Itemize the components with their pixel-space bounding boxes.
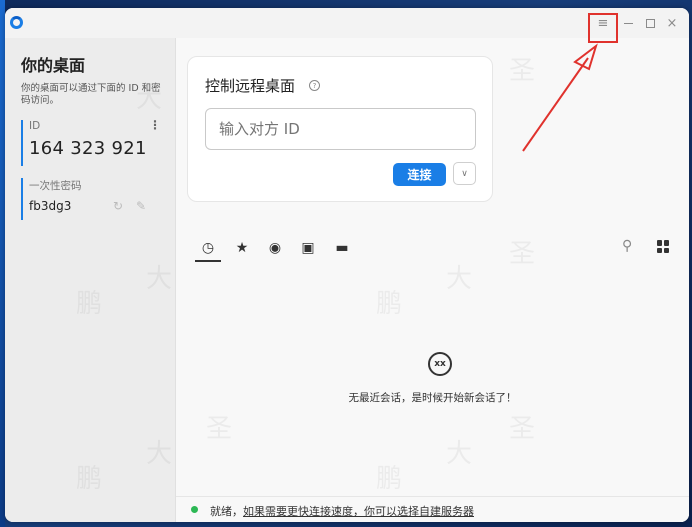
password-value: fb3dg3 [29,199,72,213]
id-value: 164 323 921 [29,138,147,159]
title-bar: ≡ × [5,8,689,38]
search-icon[interactable]: ⚲ [622,238,632,254]
watermark-char: 圣 [509,414,536,444]
remote-id-input[interactable] [205,108,476,150]
tab-group[interactable]: ▬ [331,238,353,258]
app-logo-icon [10,16,23,29]
close-icon: × [666,15,678,31]
address-book-icon: ▣ [301,240,315,256]
password-accent-bar [21,178,23,220]
star-icon: ★ [235,240,249,256]
watermark-char: 大 [146,264,173,294]
password-label: 一次性密码 [29,180,82,192]
watermark-char: 大 [446,439,473,469]
group-icon: ▬ [335,240,349,256]
status-bar: 就绪，如果需要更快连接速度，你可以选择自建服务器 [176,496,689,522]
clock-icon: ◷ [201,240,215,256]
watermark-char: 大 [146,439,173,469]
watermark-char: 鹏 [376,289,403,319]
empty-sad-face-icon: xx [428,352,452,376]
status-text: 就绪，如果需要更快连接速度，你可以选择自建服务器 [210,503,474,519]
watermark-char: 圣 [509,239,536,269]
tab-active-indicator [195,260,221,262]
connect-button[interactable]: 连接 [393,163,446,186]
watermark-char: 圣 [206,414,233,444]
watermark-char: 鹏 [76,289,103,319]
status-ready-text: 就绪， [210,505,243,518]
annotation-highlight-box [588,13,618,43]
maximize-button[interactable] [641,13,659,33]
id-more-icon[interactable]: ⋮ [149,118,161,132]
watermark-char: 大 [446,264,473,294]
rustdesk-window: ≡ × 你的桌面 你的桌面可以通过下面的 ID 和密码访问。 ID ⋮ 164 … [5,8,689,522]
control-remote-title: 控制远程桌面 [205,77,296,95]
id-accent-bar [21,120,23,166]
tab-address-book[interactable]: ▣ [297,238,319,258]
view-grid-icon[interactable] [657,240,670,253]
refresh-password-icon[interactable]: ↻ [113,199,123,213]
edit-password-icon[interactable]: ✎ [136,199,146,213]
id-label: ID [29,120,41,132]
status-dot-icon [191,506,198,513]
tab-recent-sessions[interactable]: ◷ [197,238,219,258]
minimize-button[interactable] [619,13,637,33]
main-panel: 圣 大 鹏 大 圣 鹏 大 鹏 大 圣 圣 鹏 大 鹏 大 圣 控制远程桌面 ?… [76,38,689,522]
watermark-char: 大 [136,84,163,114]
close-button[interactable]: × [663,13,681,33]
tab-favorites[interactable]: ★ [231,238,253,258]
empty-state-message: 无最近会话，是时候开始新会话了！ [348,392,517,404]
watermark-char: 圣 [509,56,536,86]
help-icon[interactable]: ? [309,80,320,91]
connect-options-chevron-icon[interactable]: ∨ [453,162,476,185]
watermark-char: 鹏 [76,464,103,494]
control-remote-card: 控制远程桌面 ? 连接 ∨ [187,56,493,202]
self-hosted-server-link[interactable]: 如果需要更快连接速度，你可以选择自建服务器 [243,505,474,518]
maximize-icon [645,18,655,28]
minimize-icon [623,22,633,24]
tab-discovered[interactable]: ◉ [264,238,286,258]
sidebar-title: 你的桌面 [21,56,86,75]
watermark-char: 鹏 [376,464,403,494]
compass-icon: ◉ [268,240,282,256]
